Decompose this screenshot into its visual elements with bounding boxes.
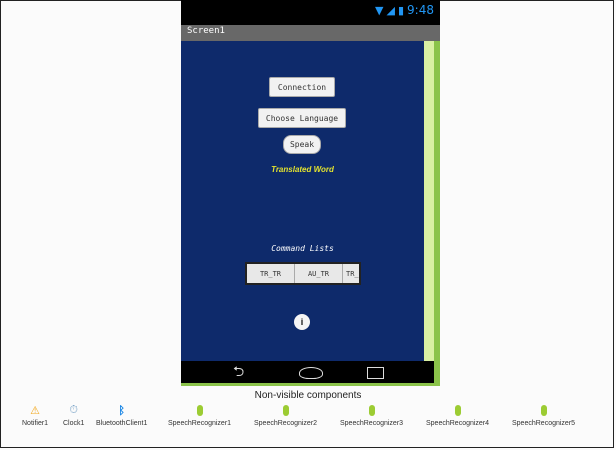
- component-label: SpeechRecognizer5: [512, 420, 576, 427]
- android-nav-bar: ⮌: [181, 361, 434, 383]
- microphone-icon: [192, 402, 208, 418]
- component-label: SpeechRecognizer4: [426, 420, 490, 427]
- battery-icon: ▮: [397, 3, 405, 17]
- command-lists-label: Command Lists: [271, 244, 334, 253]
- component-label: BluetoothClient1: [96, 420, 148, 427]
- component-speech-recognizer[interactable]: SpeechRecognizer2: [254, 402, 317, 427]
- status-time: 9:48: [407, 3, 434, 17]
- recent-apps-icon[interactable]: [367, 367, 384, 379]
- command-list-item[interactable]: TR_TR: [247, 264, 295, 283]
- connection-button[interactable]: Connection: [269, 77, 335, 97]
- microphone-icon: [536, 402, 552, 418]
- component-notifier[interactable]: ⚠ Notifier1: [22, 402, 49, 428]
- back-icon[interactable]: ⮌: [233, 364, 244, 380]
- status-bar: ▼ ◢ ▮ 9:48: [181, 0, 440, 25]
- non-visible-components-title: Non-visible components: [254, 390, 362, 401]
- component-label: SpeechRecognizer3: [340, 420, 404, 427]
- screen-title: Screen1: [187, 26, 225, 36]
- microphone-icon: [364, 402, 380, 418]
- component-speech-recognizer[interactable]: SpeechRecognizer1: [168, 402, 231, 427]
- component-speech-recognizer[interactable]: SpeechRecognizer5: [512, 402, 575, 427]
- command-list-item[interactable]: TR_: [343, 264, 359, 283]
- non-visible-components-list: ⚠ Notifier1 ⏱ Clock1 ᛒ BluetoothClient1 …: [0, 402, 616, 432]
- component-bluetooth-client[interactable]: ᛒ BluetoothClient1: [96, 402, 148, 428]
- speak-button[interactable]: Speak: [283, 135, 321, 154]
- translated-word-label: Translated Word: [271, 165, 334, 174]
- component-label: SpeechRecognizer2: [254, 420, 318, 427]
- component-label: SpeechRecognizer1: [168, 420, 232, 427]
- screen-title-bar: Screen1: [181, 25, 440, 41]
- screen-side-strip: [424, 41, 434, 361]
- component-label: Notifier1: [22, 420, 49, 427]
- command-list-item[interactable]: AU_TR: [295, 264, 343, 283]
- microphone-icon: [450, 402, 466, 418]
- command-list[interactable]: TR_TR AU_TR TR_: [245, 262, 361, 285]
- component-label: Clock1: [63, 420, 85, 427]
- component-speech-recognizer[interactable]: SpeechRecognizer3: [340, 402, 403, 427]
- microphone-icon: [278, 402, 294, 418]
- wifi-icon: ▼: [375, 3, 384, 17]
- component-speech-recognizer[interactable]: SpeechRecognizer4: [426, 402, 489, 427]
- signal-icon: ◢: [386, 3, 395, 17]
- choose-language-button[interactable]: Choose Language: [258, 108, 346, 128]
- component-clock[interactable]: ⏱ Clock1: [63, 402, 84, 427]
- info-button[interactable]: i: [294, 314, 310, 330]
- bluetooth-icon: ᛒ: [118, 403, 125, 417]
- clock-icon: ⏱: [69, 403, 78, 416]
- phone-preview: ▼ ◢ ▮ 9:48 Screen1 Connection Choose Lan…: [181, 0, 440, 386]
- home-icon[interactable]: [299, 367, 323, 379]
- warning-icon: ⚠: [30, 403, 40, 417]
- screen-canvas[interactable]: Connection Choose Language Speak Transla…: [181, 41, 424, 361]
